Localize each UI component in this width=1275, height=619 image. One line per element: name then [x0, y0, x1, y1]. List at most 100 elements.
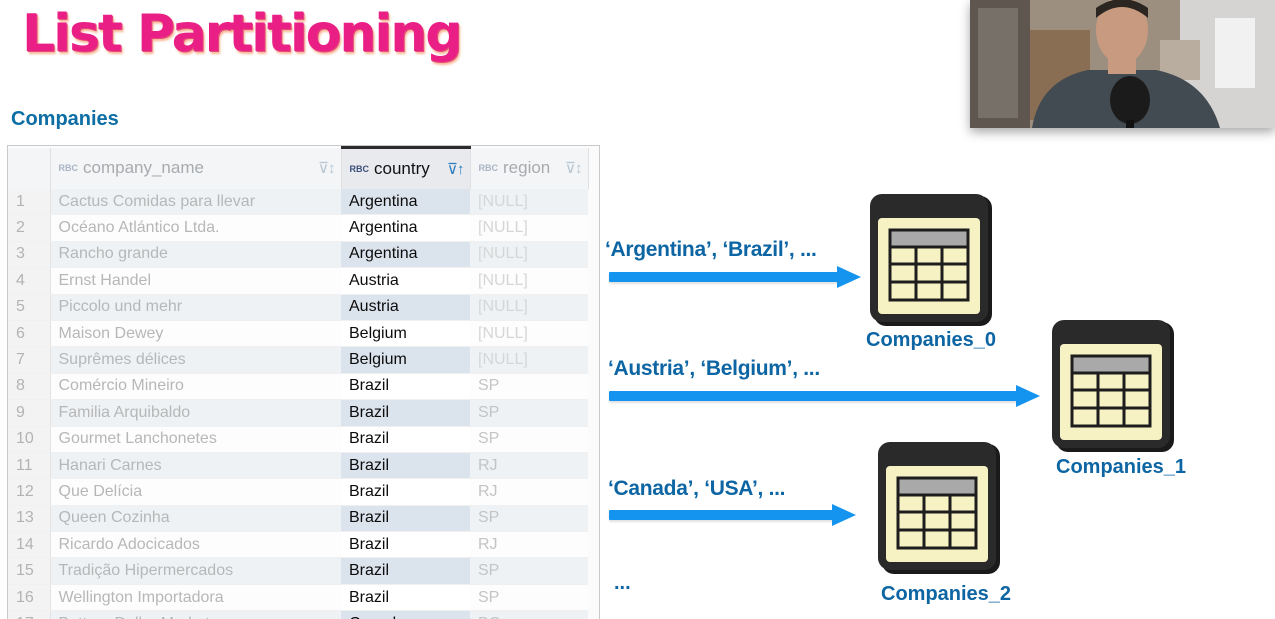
filter-sort-icon[interactable]: ⊽↕: [565, 159, 583, 177]
cell-country[interactable]: Brazil: [341, 505, 470, 533]
table-row[interactable]: 10 Gourmet Lanchonetes Brazil SP: [8, 426, 588, 453]
cell-country[interactable]: Brazil: [341, 531, 470, 559]
cell-region[interactable]: [NULL]: [470, 214, 588, 242]
row-number[interactable]: 10: [8, 426, 51, 453]
row-number-header[interactable]: [8, 147, 51, 189]
presenter-webcam: [970, 0, 1275, 128]
partition-2-table-name: Companies_2: [881, 583, 1012, 605]
cell-company-name[interactable]: Maison Dewey: [50, 320, 341, 348]
cell-region[interactable]: RJ: [470, 531, 588, 559]
table-row[interactable]: 16 Wellington Importadora Brazil SP: [8, 584, 588, 612]
partition-0-table-name: Companies_0: [866, 329, 997, 351]
cell-company-name[interactable]: Queen Cozinha: [50, 505, 341, 533]
cell-region[interactable]: [NULL]: [470, 320, 588, 348]
cell-region[interactable]: [NULL]: [470, 346, 588, 374]
column-header-label: region: [503, 158, 551, 178]
header-row: RBC company_name ⊽↕ RBC country ⊽↑ RBC r…: [8, 146, 589, 189]
cell-company-name[interactable]: Ricardo Adocicados: [50, 531, 341, 559]
cell-company-name[interactable]: Gourmet Lanchonetes: [50, 426, 341, 453]
cell-company-name[interactable]: Hanari Carnes: [50, 452, 341, 480]
column-header-country[interactable]: RBC country ⊽↑: [341, 146, 471, 189]
column-header-region[interactable]: RBC region ⊽↕: [470, 147, 589, 189]
arrow-right-icon: [609, 385, 1040, 407]
cell-region[interactable]: [NULL]: [470, 267, 588, 295]
cell-company-name[interactable]: Que Delícia: [50, 478, 341, 506]
cell-region[interactable]: SP: [470, 584, 588, 612]
cell-country[interactable]: Belgium: [341, 320, 470, 348]
cell-region[interactable]: [NULL]: [470, 241, 588, 269]
cell-company-name[interactable]: Tradição Hipermercados: [50, 557, 341, 585]
table-row[interactable]: 7 Suprêmes délices Belgium [NULL]: [8, 346, 588, 374]
cell-region[interactable]: SP: [470, 505, 588, 533]
partition-1-values: ‘Austria’, ‘Belgium’, ...: [608, 357, 820, 380]
table-row[interactable]: 1 Cactus Comidas para llevar Argentina [NUL…: [8, 189, 588, 216]
cell-region[interactable]: SP: [470, 426, 588, 453]
row-number[interactable]: 4: [8, 267, 51, 295]
cell-region[interactable]: SP: [470, 557, 588, 585]
table-row[interactable]: 11 Hanari Carnes Brazil RJ: [8, 452, 588, 480]
table-row[interactable]: 6 Maison Dewey Belgium [NULL]: [8, 320, 588, 348]
row-number[interactable]: 7: [8, 346, 51, 374]
table-row[interactable]: 13 Queen Cozinha Brazil SP: [8, 505, 588, 533]
row-number[interactable]: 11: [8, 452, 51, 480]
cell-company-name[interactable]: Piccolo und mehr: [50, 294, 341, 321]
row-number[interactable]: 1: [8, 189, 51, 216]
table-row[interactable]: 15 Tradição Hipermercados Brazil SP: [8, 557, 588, 585]
row-number[interactable]: 6: [8, 320, 51, 348]
row-number[interactable]: 9: [8, 399, 51, 427]
row-number[interactable]: 16: [8, 584, 51, 612]
cell-company-name[interactable]: Familia Arquibaldo: [50, 399, 341, 427]
grid-body: 1 Cactus Comidas para llevar Argentina [NUL…: [8, 189, 588, 619]
row-number[interactable]: 3: [8, 241, 51, 269]
table-row[interactable]: 9 Familia Arquibaldo Brazil SP: [8, 399, 588, 427]
row-number[interactable]: 8: [8, 373, 51, 401]
table-row[interactable]: 12 Que Delícia Brazil RJ: [8, 478, 588, 506]
cell-country[interactable]: Belgium: [341, 346, 470, 374]
filter-sort-icon[interactable]: ⊽↕: [318, 159, 336, 177]
table-row[interactable]: 8 Comércio Mineiro Brazil SP: [8, 373, 588, 401]
cell-region[interactable]: RJ: [470, 452, 588, 480]
cell-country[interactable]: Brazil: [341, 373, 470, 401]
results-grid: RBC company_name ⊽↕ RBC country ⊽↑ RBC r…: [7, 145, 600, 619]
table-row[interactable]: 2 Océano Atlántico Ltda. Argentina [NULL]: [8, 214, 588, 242]
arrow-right-icon: [609, 266, 861, 288]
cell-country[interactable]: Argentina: [341, 189, 470, 216]
cell-country[interactable]: Brazil: [341, 557, 470, 585]
cell-country[interactable]: Argentina: [341, 214, 470, 242]
cell-country[interactable]: Brazil: [341, 452, 470, 480]
partition-2-values: ‘Canada’, ‘USA’, ...: [608, 477, 786, 500]
cell-region[interactable]: [NULL]: [470, 294, 588, 321]
table-row[interactable]: 3 Rancho grande Argentina [NULL]: [8, 241, 588, 269]
cell-company-name[interactable]: Cactus Comidas para llevar: [50, 189, 341, 216]
table-row[interactable]: 5 Piccolo und mehr Austria [NULL]: [8, 294, 588, 321]
cell-country[interactable]: Brazil: [341, 426, 470, 453]
cell-country[interactable]: Brazil: [341, 478, 470, 506]
row-number[interactable]: 14: [8, 531, 51, 559]
cell-country[interactable]: Brazil: [341, 399, 470, 427]
filter-sort-icon[interactable]: ⊽↑: [447, 160, 465, 178]
text-type-icon: RBC: [349, 164, 370, 174]
row-number[interactable]: 5: [8, 294, 51, 321]
cell-company-name[interactable]: Suprêmes délices: [50, 346, 341, 374]
row-number[interactable]: 15: [8, 557, 51, 585]
cell-country[interactable]: Austria: [341, 294, 470, 321]
cell-company-name[interactable]: Ernst Handel: [50, 267, 341, 295]
row-number[interactable]: 12: [8, 478, 51, 506]
cell-company-name[interactable]: Rancho grande: [50, 241, 341, 269]
column-header-company-name[interactable]: RBC company_name ⊽↕: [50, 147, 342, 189]
cell-region[interactable]: [NULL]: [470, 189, 588, 216]
cell-company-name[interactable]: Comércio Mineiro: [50, 373, 341, 401]
cell-company-name[interactable]: Wellington Importadora: [50, 584, 341, 612]
cell-country[interactable]: Argentina: [341, 241, 470, 269]
partition-0-values: ‘Argentina’, ‘Brazil’, ...: [605, 238, 817, 261]
cell-region[interactable]: SP: [470, 373, 588, 401]
cell-company-name[interactable]: Océano Atlántico Ltda.: [50, 214, 341, 242]
cell-region[interactable]: SP: [470, 399, 588, 427]
table-row[interactable]: 14 Ricardo Adocicados Brazil RJ: [8, 531, 588, 559]
cell-country[interactable]: Austria: [341, 267, 470, 295]
row-number[interactable]: 13: [8, 505, 51, 533]
row-number[interactable]: 2: [8, 214, 51, 242]
table-row[interactable]: 4 Ernst Handel Austria [NULL]: [8, 267, 588, 295]
cell-country[interactable]: Brazil: [341, 584, 470, 612]
cell-region[interactable]: RJ: [470, 478, 588, 506]
